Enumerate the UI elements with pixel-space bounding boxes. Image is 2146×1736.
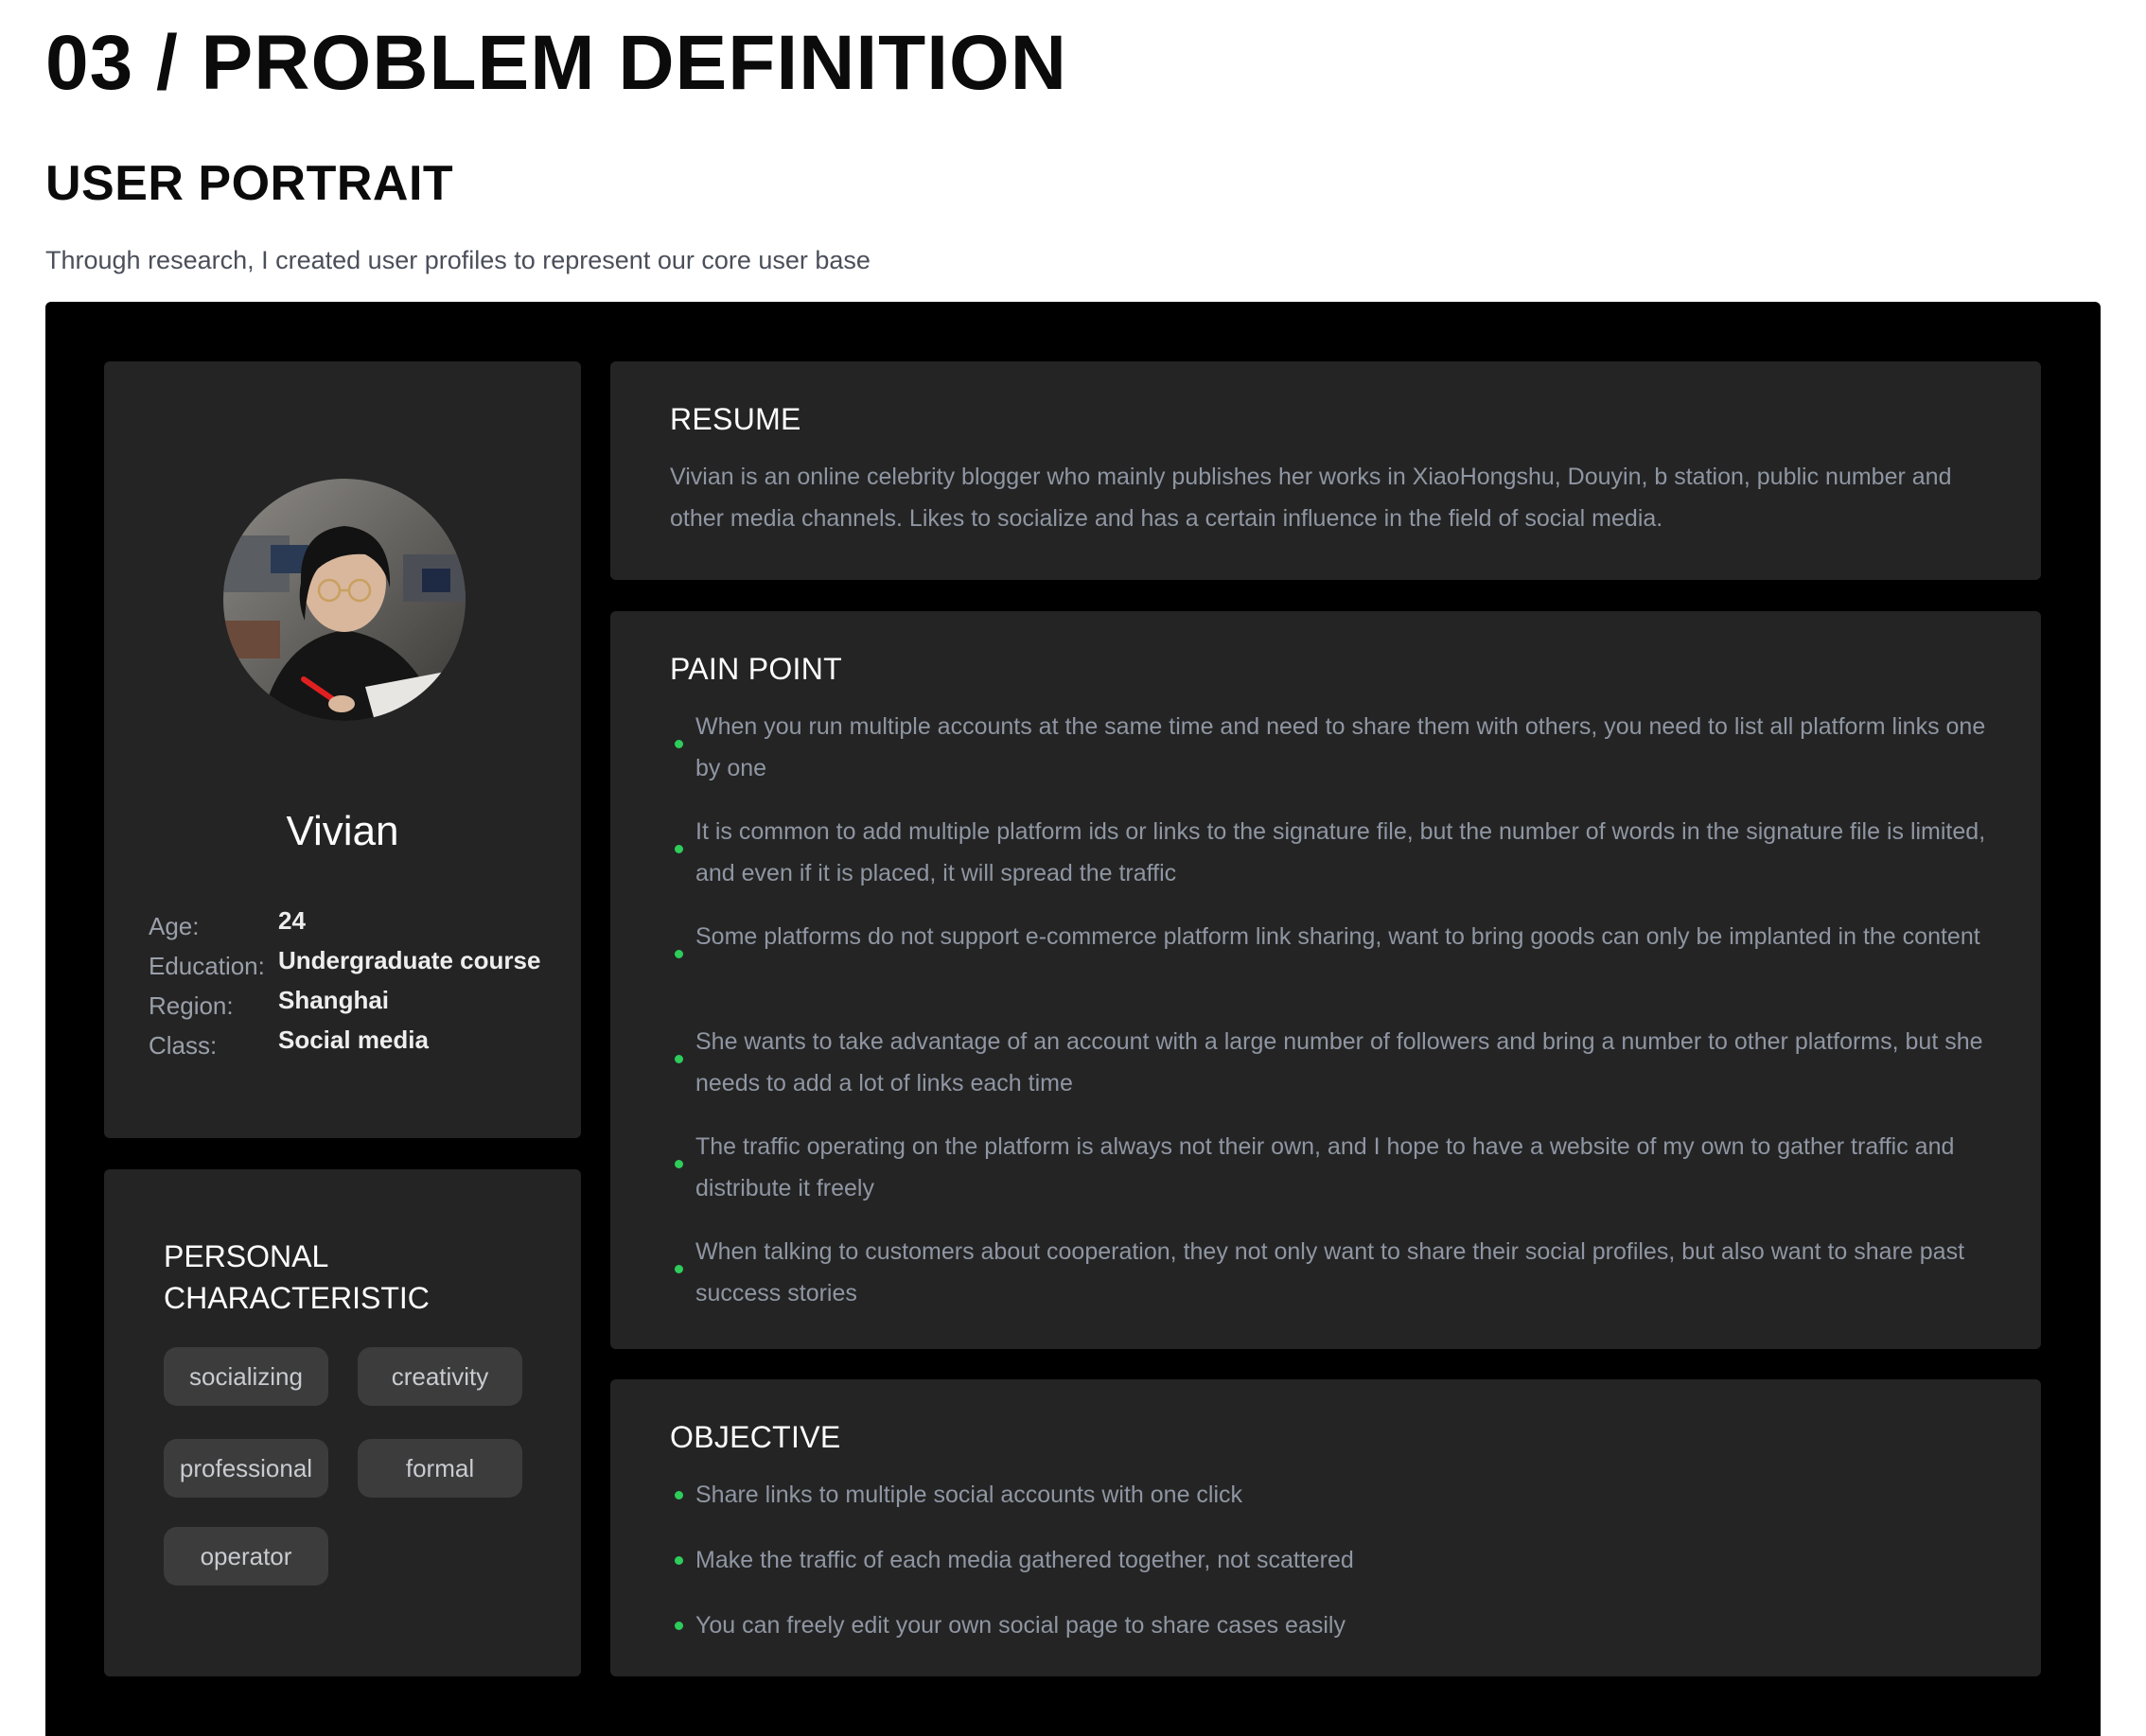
info-label: Age: xyxy=(149,912,200,940)
info-label: Education: xyxy=(149,952,265,980)
objective-text: Make the traffic of each media gathered … xyxy=(695,1547,1354,1573)
info-row-education: Education: Undergraduate course xyxy=(149,946,540,986)
pain-point-text: When talking to customers about cooperat… xyxy=(695,1238,1965,1306)
profile-card: Vivian Age: 24 Education: Undergraduate … xyxy=(104,361,581,1138)
user-portrait-board: Vivian Age: 24 Education: Undergraduate … xyxy=(45,302,2101,1736)
bullet-icon xyxy=(675,1055,683,1063)
trait-tag: formal xyxy=(358,1439,522,1498)
page-title: 03 / PROBLEM DEFINITION xyxy=(45,20,1067,106)
list-item: It is common to add multiple platform id… xyxy=(670,811,2014,916)
list-item: Some platforms do not support e-commerce… xyxy=(670,916,2014,1021)
info-value: Undergraduate course xyxy=(278,946,541,974)
traits-title: PERSONAL CHARACTERISTIC xyxy=(164,1239,430,1315)
pain-point-text: When you run multiple accounts at the sa… xyxy=(695,713,1986,781)
list-item: The traffic operating on the platform is… xyxy=(670,1126,2014,1231)
info-value: Shanghai xyxy=(278,986,390,1014)
info-label: Region: xyxy=(149,991,234,1020)
persona-info: Age: 24 Education: Undergraduate course … xyxy=(149,906,540,1065)
bullet-icon xyxy=(675,1491,683,1499)
info-value: Social media xyxy=(278,1026,429,1054)
trait-tag: socializing xyxy=(164,1347,328,1406)
bullet-icon xyxy=(675,1160,683,1168)
pain-point-text: It is common to add multiple platform id… xyxy=(695,818,1986,886)
pain-point-list: When you run multiple accounts at the sa… xyxy=(670,706,2014,1336)
bullet-icon xyxy=(675,740,683,748)
section-title: USER PORTRAIT xyxy=(45,156,454,211)
list-item: When talking to customers about cooperat… xyxy=(670,1231,2014,1336)
trait-tag: operator xyxy=(164,1527,328,1586)
list-item: She wants to take advantage of an accoun… xyxy=(670,1021,2014,1126)
objective-title: OBJECTIVE xyxy=(670,1420,841,1454)
bullet-icon xyxy=(675,1622,683,1630)
info-label: Class: xyxy=(149,1031,218,1060)
resume-card: RESUME Vivian is an online celebrity blo… xyxy=(610,361,2041,580)
pain-point-text: Some platforms do not support e-commerce… xyxy=(695,923,1980,950)
objective-list: Share links to multiple social accounts … xyxy=(670,1474,2014,1670)
info-row-region: Region: Shanghai xyxy=(149,986,540,1026)
trait-tag: professional xyxy=(164,1439,328,1498)
resume-title: RESUME xyxy=(670,402,801,436)
personal-characteristic-card: PERSONAL CHARACTERISTIC socializing crea… xyxy=(104,1169,581,1676)
avatar xyxy=(223,479,466,721)
bullet-icon xyxy=(675,1265,683,1273)
trait-tag: creativity xyxy=(358,1347,522,1406)
pain-point-card: PAIN POINT When you run multiple account… xyxy=(610,611,2041,1349)
list-item: Share links to multiple social accounts … xyxy=(670,1474,2014,1539)
bullet-icon xyxy=(675,845,683,853)
bullet-icon xyxy=(675,1556,683,1565)
pain-point-title: PAIN POINT xyxy=(670,652,842,686)
avatar-photo xyxy=(223,479,466,721)
objective-card: OBJECTIVE Share links to multiple social… xyxy=(610,1379,2041,1676)
persona-name: Vivian xyxy=(286,808,399,854)
info-row-class: Class: Social media xyxy=(149,1026,540,1065)
list-item: Make the traffic of each media gathered … xyxy=(670,1539,2014,1604)
section-subtitle: Through research, I created user profile… xyxy=(45,246,871,274)
list-item: When you run multiple accounts at the sa… xyxy=(670,706,2014,811)
objective-text: You can freely edit your own social page… xyxy=(695,1612,1346,1639)
info-value: 24 xyxy=(278,906,306,935)
info-row-age: Age: 24 xyxy=(149,906,540,946)
pain-point-text: She wants to take advantage of an accoun… xyxy=(695,1028,1983,1096)
pain-point-text: The traffic operating on the platform is… xyxy=(695,1133,1955,1201)
resume-text: Vivian is an online celebrity blogger wh… xyxy=(670,464,1952,532)
bullet-icon xyxy=(675,950,683,958)
objective-text: Share links to multiple social accounts … xyxy=(695,1482,1243,1508)
list-item: You can freely edit your own social page… xyxy=(670,1604,2014,1670)
